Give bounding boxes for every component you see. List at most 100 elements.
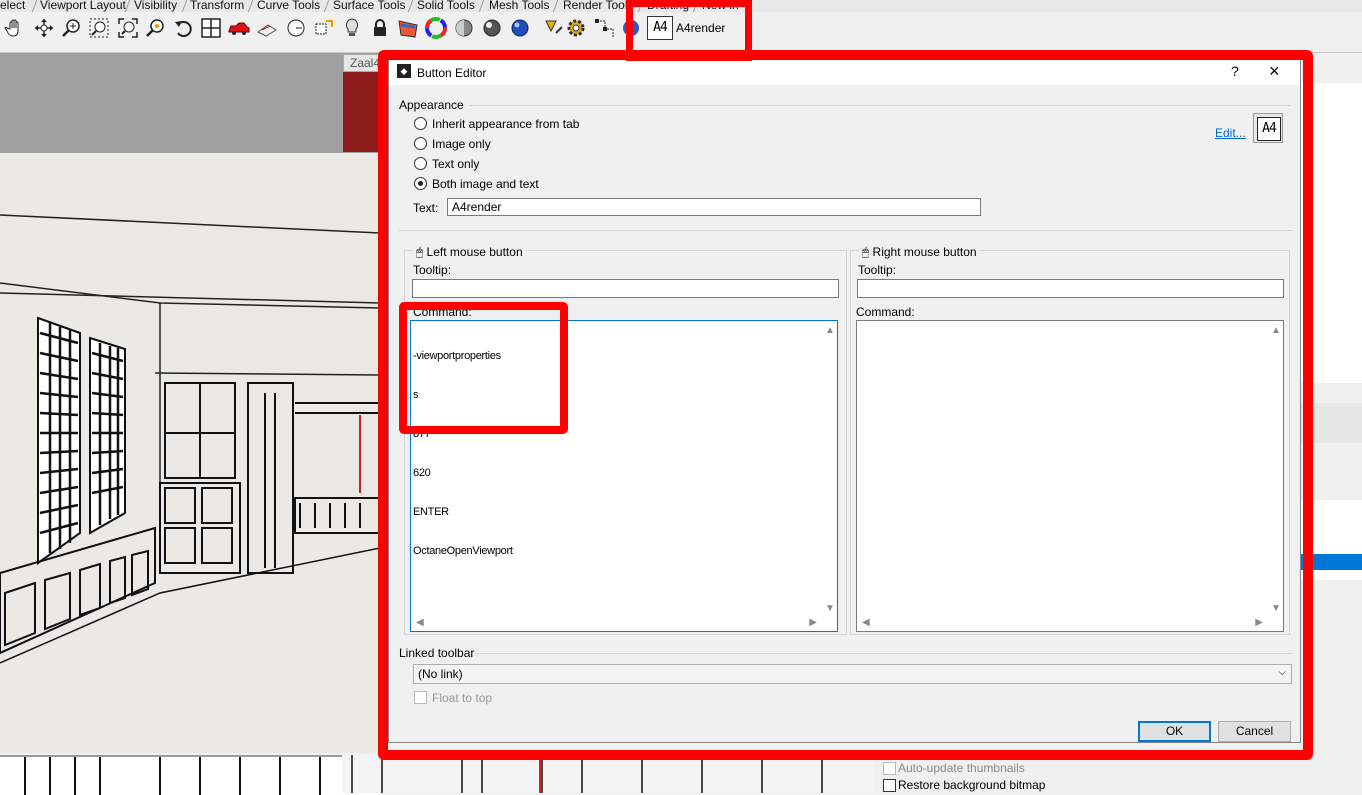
bottom-viewport-secondary-lines <box>351 755 823 793</box>
radio-image-only[interactable] <box>414 137 427 150</box>
scroll-right-icon[interactable]: ▶ <box>1255 617 1263 628</box>
right-tooltip-input[interactable] <box>857 279 1284 298</box>
auto-update-checkbox[interactable] <box>883 762 896 775</box>
appearance-divider <box>469 105 1291 106</box>
tab-drafting[interactable]: Drafting <box>647 0 689 12</box>
left-command-label: Command: <box>413 305 472 319</box>
left-mouse-label-text: Left mouse button <box>426 245 523 259</box>
tab-solid-tools[interactable]: Solid Tools <box>417 0 475 12</box>
perspective-icon[interactable] <box>256 17 278 39</box>
command-line: 877 <box>413 428 431 440</box>
pan-icon[interactable] <box>4 17 26 39</box>
gear-icon[interactable] <box>565 17 587 39</box>
tab-render-tools[interactable]: Render Tools <box>563 0 634 12</box>
scroll-left-icon[interactable]: ◀ <box>416 617 424 628</box>
panel-selected-row[interactable] <box>1300 554 1362 570</box>
linked-toolbar-select[interactable]: (No link) ⌵ <box>413 664 1292 684</box>
a4render-toolbar-button[interactable]: A4 A4render <box>645 14 745 42</box>
lock-icon[interactable] <box>369 17 391 39</box>
bottom-viewport-secondary[interactable] <box>342 755 880 793</box>
tab-visibility[interactable]: Visibility <box>134 0 177 12</box>
tab-separator <box>323 0 330 12</box>
right-command-vscrollbar[interactable]: ▲ ▼ <box>1268 321 1283 616</box>
zoom-icon[interactable] <box>61 17 83 39</box>
help-button[interactable]: ? <box>1231 63 1239 79</box>
a4-preview-icon: A4 <box>1257 117 1281 141</box>
left-command-textarea[interactable]: -viewportproperties s 877 620 ENTER Octa… <box>410 320 838 632</box>
tab-separator <box>692 0 699 12</box>
radio-text-only[interactable] <box>414 157 427 170</box>
radio-inherit-appearance[interactable] <box>414 117 427 130</box>
a4render-label: A4render <box>676 21 726 35</box>
left-tooltip-input[interactable] <box>412 279 839 298</box>
tab-separator <box>478 0 485 12</box>
right-command-hscrollbar[interactable]: ◀ ▶ <box>857 616 1268 631</box>
cancel-button[interactable]: Cancel <box>1218 721 1291 742</box>
main-toolbar: A4 A4render <box>0 12 1362 53</box>
color-wheel-icon[interactable] <box>425 17 447 39</box>
pencil-icon[interactable] <box>543 17 565 39</box>
scroll-up-icon[interactable]: ▲ <box>825 325 835 336</box>
linked-toolbar-value: (No link) <box>418 667 463 681</box>
float-to-top-checkbox[interactable] <box>414 691 427 704</box>
radio-both-image-and-text[interactable] <box>414 177 427 190</box>
rendered-sphere-icon[interactable] <box>481 17 503 39</box>
bottom-viewport[interactable] <box>0 755 380 795</box>
tab-viewport-layout[interactable]: Viewport Layout <box>40 0 126 12</box>
right-command-label: Command: <box>856 305 915 319</box>
radio-inherit-appearance-label: Inherit appearance from tab <box>432 117 580 131</box>
radio-both-image-and-text-label: Both image and text <box>432 177 539 191</box>
scroll-right-icon[interactable]: ▶ <box>809 617 817 628</box>
shaded-sphere-icon[interactable] <box>453 17 475 39</box>
undo-view-icon[interactable] <box>173 17 195 39</box>
icon-preview-button[interactable]: A4 <box>1253 113 1283 143</box>
ok-button[interactable]: OK <box>1138 721 1211 742</box>
car-icon[interactable] <box>228 17 250 39</box>
zoom-window-icon[interactable] <box>88 17 110 39</box>
blue-sphere-icon[interactable] <box>509 17 531 39</box>
scroll-left-icon[interactable]: ◀ <box>862 617 870 628</box>
button-text-input[interactable]: A4render <box>447 198 981 216</box>
restore-background-checkbox[interactable] <box>883 779 896 792</box>
globe-icon[interactable] <box>620 17 642 39</box>
left-command-hscrollbar[interactable]: ◀ ▶ <box>411 616 822 631</box>
render-color-icon[interactable] <box>397 17 419 39</box>
left-command-vscrollbar[interactable]: ▲ ▼ <box>822 321 837 616</box>
four-viewports-icon[interactable] <box>200 17 222 39</box>
render-options-panel: Auto-update thumbnails Restore backgroun… <box>875 758 1362 793</box>
zoom-extents-icon[interactable] <box>117 17 139 39</box>
command-line: 620 <box>413 467 431 479</box>
tab-select[interactable]: elect <box>0 0 25 12</box>
dialog-titlebar[interactable]: ◆ Button Editor ? × <box>389 60 1300 85</box>
tab-mesh-tools[interactable]: Mesh Tools <box>489 0 549 12</box>
lightbulb-icon[interactable] <box>341 17 363 39</box>
perspective-viewport[interactable] <box>0 153 380 753</box>
scroll-up-icon[interactable]: ▲ <box>1271 325 1281 336</box>
radio-image-only-label: Image only <box>432 137 491 151</box>
right-command-textarea[interactable]: ▲ ▼ ◀ ▶ <box>856 320 1284 632</box>
chevron-down-icon: ⌵ <box>1278 667 1286 678</box>
tab-transform[interactable]: Transform <box>190 0 244 12</box>
clock-icon[interactable] <box>285 17 307 39</box>
tab-new-in[interactable]: New in <box>702 0 739 12</box>
scroll-down-icon[interactable]: ▼ <box>825 603 835 614</box>
right-mouse-label: 🖱 Right mouse button <box>859 245 980 260</box>
radio-text-only-label: Text only <box>432 157 480 171</box>
close-button[interactable]: × <box>1269 61 1280 82</box>
viewport-tab-zaal4[interactable]: Zaal4 <box>343 54 380 72</box>
panel-list <box>1300 83 1362 383</box>
tab-surface-tools[interactable]: Surface Tools <box>333 0 406 12</box>
named-position-icon[interactable] <box>313 17 335 39</box>
zoom-selected-icon[interactable] <box>145 17 167 39</box>
tab-curve-tools[interactable]: Curve Tools <box>257 0 320 12</box>
edit-icon-link[interactable]: Edit... <box>1215 126 1246 140</box>
tab-separator <box>181 0 188 12</box>
rotate-view-icon[interactable] <box>33 17 55 39</box>
gumball-icon[interactable] <box>593 17 615 39</box>
window-right <box>89 336 126 535</box>
text-field-label: Text: <box>413 201 439 215</box>
float-to-top-label: Float to top <box>432 691 493 705</box>
command-line: OctaneOpenViewport <box>413 545 513 557</box>
tab-separator <box>552 0 559 12</box>
scroll-down-icon[interactable]: ▼ <box>1271 603 1281 614</box>
